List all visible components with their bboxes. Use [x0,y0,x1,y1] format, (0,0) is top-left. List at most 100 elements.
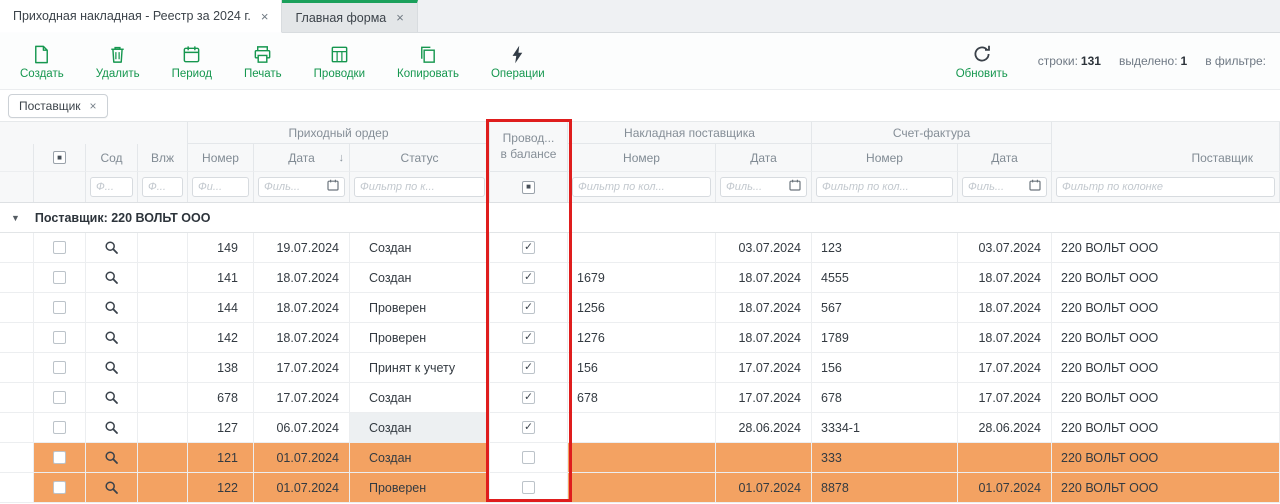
supplier-doc-number-cell[interactable] [568,443,716,472]
row-select-checkbox[interactable] [34,353,86,382]
supplier-doc-date-cell[interactable] [716,443,812,472]
refresh-button[interactable]: Обновить [956,43,1008,80]
supplier-cell[interactable]: 220 ВОЛЬТ ООО [1052,323,1280,352]
filter-order-number[interactable]: Фи... [188,172,254,202]
status-cell[interactable]: Создан [350,233,490,262]
table-row[interactable]: 14118.07.2024Создан✓167918.07.2024455518… [0,263,1280,293]
print-button[interactable]: Печать [244,43,282,80]
invoice-number-cell[interactable]: 123 [812,233,958,262]
select-all-checkbox[interactable]: ■ [34,144,86,172]
filter-order-date[interactable]: Филь... [254,172,350,202]
calendar-icon[interactable] [789,178,801,196]
supplier-doc-date-cell[interactable]: 28.06.2024 [716,413,812,442]
postings-button[interactable]: Проводки [314,43,365,80]
supplier-cell[interactable]: 220 ВОЛЬТ ООО [1052,413,1280,442]
copy-button[interactable]: Копировать [397,43,459,80]
period-button[interactable]: Период [172,43,212,80]
supplier-doc-date-cell[interactable]: 17.07.2024 [716,383,812,412]
status-cell[interactable]: Создан [350,263,490,292]
invoice-number-cell[interactable]: 567 [812,293,958,322]
delete-button[interactable]: Удалить [96,43,140,80]
supplier-doc-date-cell[interactable]: 17.07.2024 [716,353,812,382]
column-header-posted[interactable]: Провод... в балансе [490,122,568,172]
invoice-date-cell[interactable]: 17.07.2024 [958,353,1052,382]
group-row[interactable]: ▼ Поставщик: 220 ВОЛЬТ ООО [0,203,1280,233]
invoice-date-cell[interactable]: 18.07.2024 [958,293,1052,322]
status-cell[interactable]: Создан [350,383,490,412]
row-select-checkbox[interactable] [34,233,86,262]
order-date-cell[interactable]: 01.07.2024 [254,473,350,502]
status-cell[interactable]: Принят к учету [350,353,490,382]
invoice-number-cell[interactable]: 1789 [812,323,958,352]
column-header-invoice-date[interactable]: Дата [958,144,1052,172]
supplier-doc-date-cell[interactable]: 03.07.2024 [716,233,812,262]
posted-checkbox-cell[interactable]: ✓ [490,413,568,442]
posted-checkbox-cell[interactable]: ✓ [490,383,568,412]
filter-supplier[interactable]: Фильтр по колонке [1052,172,1280,202]
filter-sod[interactable]: Ф... [86,172,138,202]
posted-checkbox-cell[interactable] [490,443,568,472]
invoice-date-cell[interactable]: 01.07.2024 [958,473,1052,502]
row-select-checkbox[interactable] [34,443,86,472]
posted-checkbox-cell[interactable]: ✓ [490,353,568,382]
status-cell[interactable]: Создан [350,413,490,442]
order-date-cell[interactable]: 17.07.2024 [254,353,350,382]
filter-supplier-doc-date[interactable]: Филь... [716,172,812,202]
column-header-supplier[interactable]: Поставщик [1052,144,1280,172]
column-header-supplier-doc-date[interactable]: Дата [716,144,812,172]
invoice-date-cell[interactable]: 28.06.2024 [958,413,1052,442]
row-select-checkbox[interactable] [34,293,86,322]
order-number-cell[interactable]: 141 [188,263,254,292]
tab-registry[interactable]: Приходная накладная - Реестр за 2024 г. … [0,0,282,33]
supplier-cell[interactable]: 220 ВОЛЬТ ООО [1052,353,1280,382]
column-header-order-number[interactable]: Номер [188,144,254,172]
supplier-doc-date-cell[interactable]: 18.07.2024 [716,293,812,322]
table-row[interactable]: 14919.07.2024Создан✓ 03.07.202412303.07.2… [0,233,1280,263]
filter-invoice-date[interactable]: Филь... [958,172,1052,202]
close-icon[interactable]: × [396,11,404,24]
create-button[interactable]: Создать [20,43,64,80]
row-select-checkbox[interactable] [34,323,86,352]
content-search-button[interactable] [86,323,138,352]
order-date-cell[interactable]: 06.07.2024 [254,413,350,442]
posted-checkbox-cell[interactable]: ✓ [490,233,568,262]
table-row[interactable]: 12201.07.2024Проверен01.07.2024887801.07… [0,473,1280,503]
supplier-doc-number-cell[interactable] [568,233,716,262]
column-header-order-date[interactable]: Дата ↓ [254,144,350,172]
filter-status[interactable]: Фильтр по к... [350,172,490,202]
invoice-date-cell[interactable]: 18.07.2024 [958,323,1052,352]
posted-checkbox-cell[interactable]: ✓ [490,293,568,322]
order-date-cell[interactable]: 19.07.2024 [254,233,350,262]
status-cell[interactable]: Проверен [350,323,490,352]
supplier-doc-number-cell[interactable]: 1256 [568,293,716,322]
order-number-cell[interactable]: 149 [188,233,254,262]
supplier-cell[interactable]: 220 ВОЛЬТ ООО [1052,263,1280,292]
invoice-number-cell[interactable]: 4555 [812,263,958,292]
content-search-button[interactable] [86,443,138,472]
column-header-vlj[interactable]: Влж [138,144,188,172]
supplier-cell[interactable]: 220 ВОЛЬТ ООО [1052,473,1280,502]
filter-posted-checkbox[interactable]: ■ [490,172,568,202]
order-date-cell[interactable]: 01.07.2024 [254,443,350,472]
invoice-date-cell[interactable]: 03.07.2024 [958,233,1052,262]
sort-desc-icon[interactable]: ↓ [339,152,345,164]
calendar-icon[interactable] [327,178,339,196]
status-cell[interactable]: Проверен [350,293,490,322]
content-search-button[interactable] [86,383,138,412]
close-icon[interactable]: × [261,10,269,23]
row-select-checkbox[interactable] [34,473,86,502]
column-header-status[interactable]: Статус [350,144,490,172]
column-header-invoice-number[interactable]: Номер [812,144,958,172]
supplier-doc-date-cell[interactable]: 18.07.2024 [716,263,812,292]
order-number-cell[interactable]: 144 [188,293,254,322]
filter-invoice-number[interactable]: Фильтр по кол... [812,172,958,202]
invoice-date-cell[interactable]: 18.07.2024 [958,263,1052,292]
tab-main-form[interactable]: Главная форма × [282,0,417,32]
supplier-doc-number-cell[interactable] [568,413,716,442]
calendar-icon[interactable] [1029,178,1041,196]
invoice-number-cell[interactable]: 3334-1 [812,413,958,442]
table-row[interactable]: 13817.07.2024Принят к учету✓15617.07.202… [0,353,1280,383]
row-select-checkbox[interactable] [34,413,86,442]
order-number-cell[interactable]: 138 [188,353,254,382]
supplier-cell[interactable]: 220 ВОЛЬТ ООО [1052,443,1280,472]
